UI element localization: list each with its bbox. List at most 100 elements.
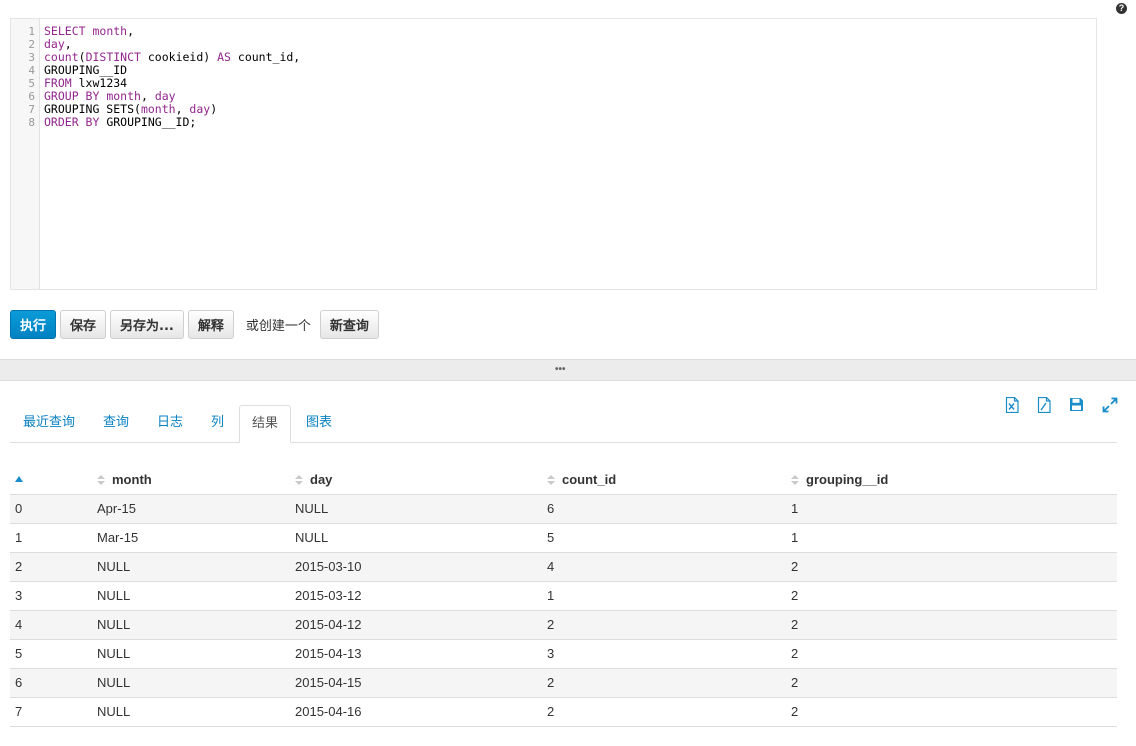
sql-token: GROUPING__ID	[44, 63, 128, 77]
line-number: 2	[28, 38, 35, 51]
line-number-gutter: 12345678	[11, 19, 40, 289]
row-index-cell: 4	[10, 610, 97, 640]
day-cell: 2015-04-16	[295, 697, 547, 727]
execute-button[interactable]: 执行	[10, 310, 57, 339]
save-as-button[interactable]: 另存为...	[110, 310, 184, 339]
result-tabs: 最近查询 查询 日志 列 结果 图表	[10, 405, 1117, 443]
grouping-id-cell: 2	[791, 610, 1117, 640]
column-header-index[interactable]	[10, 465, 97, 495]
resize-divider[interactable]: •••	[0, 359, 1136, 381]
line-number: 6	[28, 90, 35, 103]
sql-editor[interactable]: 12345678 SELECT month, day, count(DISTINCT…	[10, 18, 1097, 290]
save-button[interactable]: 保存	[60, 310, 107, 339]
month-cell: Mar-15	[97, 523, 295, 553]
line-number: 8	[28, 116, 35, 129]
table-row[interactable]: 1 Mar-15 NULL 5 1	[10, 523, 1117, 553]
month-cell: NULL	[97, 697, 295, 727]
table-row[interactable]: 0 Apr-15 NULL 6 1	[10, 494, 1117, 524]
count-id-cell: 5	[547, 523, 791, 553]
count-id-cell: 4	[547, 552, 791, 582]
sql-keyword: day	[154, 89, 176, 103]
row-index-cell: 2	[10, 552, 97, 582]
sort-icon[interactable]	[295, 474, 303, 486]
drag-grip-icon[interactable]: •••	[555, 365, 566, 375]
line-number: 1	[28, 25, 35, 38]
sql-token: ,	[64, 37, 72, 51]
sql-keyword: DISTINCT	[85, 50, 141, 64]
table-row[interactable]: 7 NULL 2015-04-16 2 2	[10, 697, 1117, 727]
grouping-id-cell: 2	[791, 552, 1117, 582]
table-row[interactable]: 6 NULL 2015-04-15 2 2	[10, 668, 1117, 698]
sql-token: )	[210, 102, 218, 116]
table-header-row: month day count_id grouping__id	[10, 465, 1117, 495]
code-line: SELECT month,	[44, 25, 1096, 38]
sql-token: cookieid)	[140, 50, 218, 64]
sql-keyword: day	[189, 102, 211, 116]
sql-token: (	[78, 50, 86, 64]
day-cell: 2015-03-12	[295, 581, 547, 611]
column-header-month[interactable]: month	[97, 465, 295, 495]
grouping-id-cell: 2	[791, 668, 1117, 698]
day-cell: 2015-04-13	[295, 639, 547, 669]
column-header-count-id[interactable]: count_id	[547, 465, 791, 495]
count-id-cell: 3	[547, 639, 791, 669]
sql-token: lxw1234	[71, 76, 128, 90]
or-create-label: 或创建一个	[245, 319, 311, 334]
code-line: count(DISTINCT cookieid) AS count_id,	[44, 51, 1096, 64]
sort-icon[interactable]	[791, 474, 799, 486]
day-cell: 2015-04-12	[295, 610, 547, 640]
grouping-id-cell: 1	[791, 523, 1117, 553]
line-number: 3	[28, 51, 35, 64]
row-index-cell: 6	[10, 668, 97, 698]
sort-ascending-icon[interactable]	[15, 475, 23, 486]
line-number: 5	[28, 77, 35, 90]
sql-keyword: AS	[217, 50, 231, 64]
sql-keyword: FROM	[44, 76, 72, 90]
sql-keyword: month	[140, 102, 176, 116]
tab-recent-queries[interactable]: 最近查询	[23, 405, 75, 443]
tab-log[interactable]: 日志	[157, 405, 183, 443]
month-cell: NULL	[97, 610, 295, 640]
line-number: 4	[28, 64, 35, 77]
query-actions: 执行 保存 另存为... 解释 或创建一个 新查询	[10, 310, 383, 339]
code-line: FROM lxw1234	[44, 77, 1096, 90]
table-row[interactable]: 2 NULL 2015-03-10 4 2	[10, 552, 1117, 582]
count-id-cell: 2	[547, 697, 791, 727]
sql-token: ,	[175, 102, 190, 116]
grouping-id-cell: 2	[791, 581, 1117, 611]
sql-keyword: month	[92, 24, 128, 38]
tab-query[interactable]: 查询	[103, 405, 129, 443]
table-row[interactable]: 3 NULL 2015-03-12 1 2	[10, 581, 1117, 611]
tab-columns[interactable]: 列	[211, 405, 224, 443]
count-id-cell: 2	[547, 668, 791, 698]
tab-chart[interactable]: 图表	[306, 405, 332, 443]
month-cell: NULL	[97, 639, 295, 669]
tab-results[interactable]: 结果	[239, 405, 292, 443]
day-cell: NULL	[295, 523, 547, 553]
sort-icon[interactable]	[547, 474, 555, 486]
day-cell: 2015-03-10	[295, 552, 547, 582]
month-cell: Apr-15	[97, 494, 295, 524]
sql-token: GROUPING SETS(	[44, 102, 141, 116]
row-index-cell: 0	[10, 494, 97, 524]
code-line: GROUPING SETS(month, day)	[44, 103, 1096, 116]
table-row[interactable]: 5 NULL 2015-04-13 3 2	[10, 639, 1117, 669]
editor-code-area[interactable]: SELECT month, day, count(DISTINCT cookieid…	[44, 25, 1096, 289]
row-index-cell: 7	[10, 697, 97, 727]
column-header-grouping-id[interactable]: grouping__id	[791, 465, 1117, 495]
sql-token: GROUPING__ID;	[99, 115, 197, 129]
sort-icon[interactable]	[97, 474, 105, 486]
column-header-day[interactable]: day	[295, 465, 547, 495]
explain-button[interactable]: 解释	[187, 310, 234, 339]
table-row[interactable]: 4 NULL 2015-04-12 2 2	[10, 610, 1117, 640]
sql-keyword: ORDER BY	[44, 115, 100, 129]
new-query-button[interactable]: 新查询	[319, 310, 379, 339]
help-icon[interactable]: ?	[1116, 3, 1127, 14]
month-cell: NULL	[97, 581, 295, 611]
day-cell: 2015-04-15	[295, 668, 547, 698]
row-index-cell: 1	[10, 523, 97, 553]
count-id-cell: 1	[547, 581, 791, 611]
row-index-cell: 3	[10, 581, 97, 611]
sql-token: count_id,	[230, 50, 301, 64]
month-cell: NULL	[97, 668, 295, 698]
